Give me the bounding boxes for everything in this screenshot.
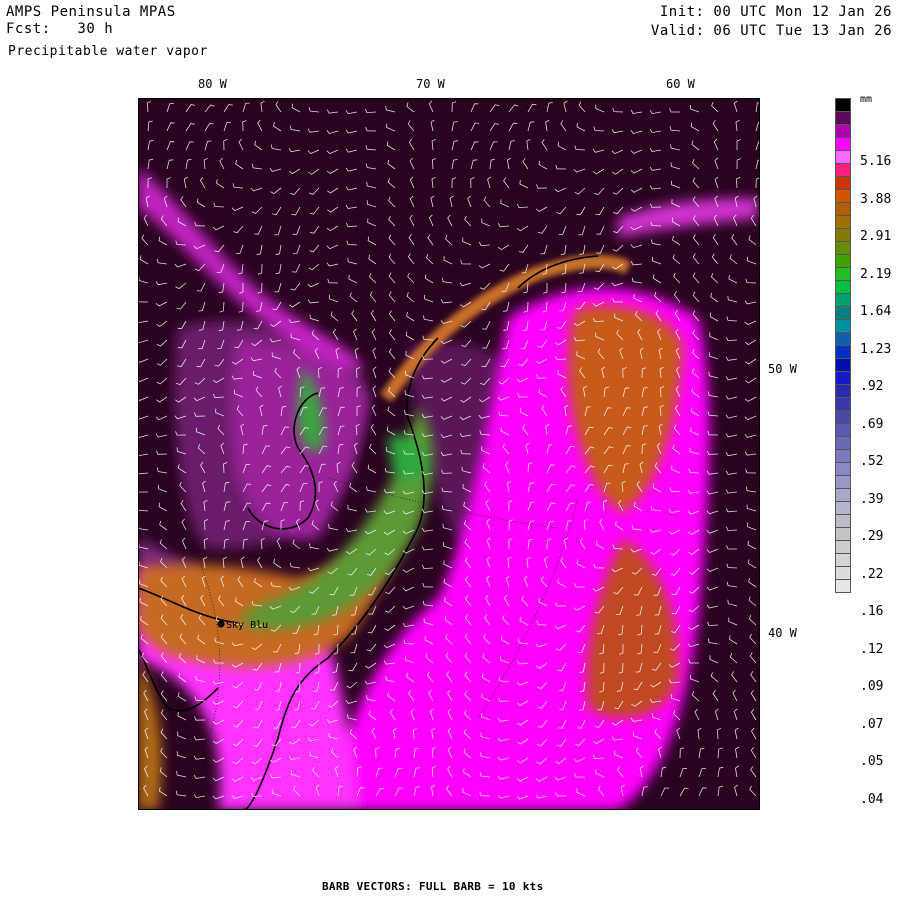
colorbar-label: .16 <box>860 604 884 619</box>
colorbar-cell <box>835 293 851 306</box>
colorbar-cell <box>835 566 851 579</box>
colorbar-label: .12 <box>860 641 884 657</box>
colorbar-label: .39 <box>860 491 884 507</box>
lat-label-50w: 50 W <box>768 362 797 376</box>
colorbar-cell <box>835 189 851 202</box>
colorbar-cell <box>835 254 851 267</box>
lon-label-80w: 80 W <box>198 77 227 91</box>
colorbar-cell <box>835 267 851 280</box>
colorbar-cell <box>835 176 851 189</box>
colorbar-cell <box>835 579 851 593</box>
colorbar <box>835 98 851 593</box>
colorbar-cell <box>835 423 851 436</box>
colorbar-label: 2.91 <box>860 229 892 244</box>
colorbar-cell <box>835 501 851 514</box>
model-title: AMPS Peninsula MPAS <box>6 4 176 20</box>
colorbar-cell <box>835 202 851 215</box>
colorbar-cell <box>835 540 851 553</box>
lon-label-60w: 60 W <box>666 77 695 91</box>
colorbar-cell <box>835 228 851 241</box>
colorbar-cell <box>835 124 851 137</box>
colorbar-cell <box>835 111 851 124</box>
colorbar-cell <box>835 527 851 540</box>
colorbar-cell <box>835 410 851 423</box>
colorbar-label: 2.19 <box>860 266 892 282</box>
colorbar-unit: mm <box>860 94 873 105</box>
colorbar-cell <box>835 241 851 254</box>
colorbar-label: .52 <box>860 454 884 469</box>
colorbar-cell <box>835 397 851 410</box>
init-time: Init: 00 UTC Mon 12 Jan 26 <box>659 4 892 20</box>
map-panel: Sky Blu <box>138 98 760 810</box>
colorbar-cell <box>835 137 851 150</box>
colorbar-cell <box>835 358 851 371</box>
colorbar-label: .07 <box>860 716 884 732</box>
colorbar-cell <box>835 215 851 228</box>
colorbar-cell <box>835 462 851 475</box>
colorbar-label: .22 <box>860 566 884 582</box>
pwv-map: Sky Blu <box>138 98 760 810</box>
colorbar-cell <box>835 345 851 358</box>
station-label: Sky Blu <box>226 620 268 631</box>
colorbar-cell <box>835 306 851 319</box>
colorbar-cell <box>835 436 851 449</box>
colorbar-cell <box>835 553 851 566</box>
colorbar-cell <box>835 371 851 384</box>
colorbar-cell <box>835 163 851 176</box>
colorbar-label: .04 <box>860 791 884 807</box>
lon-label-70w: 70 W <box>416 77 445 91</box>
colorbar-label: 1.64 <box>860 304 892 319</box>
colorbar-cell <box>835 280 851 293</box>
colorbar-cell <box>835 384 851 397</box>
field-name: Precipitable water vapor <box>8 44 208 59</box>
colorbar-label: 5.16 <box>860 154 892 169</box>
colorbar-label: .92 <box>860 379 884 394</box>
colorbar-label: 1.23 <box>860 341 892 357</box>
station-marker <box>217 620 225 628</box>
barb-legend: BARB VECTORS: FULL BARB = 10 kts <box>322 880 544 893</box>
colorbar-cell <box>835 98 851 111</box>
colorbar-cell <box>835 449 851 462</box>
colorbar-cell <box>835 514 851 527</box>
colorbar-cell <box>835 332 851 345</box>
colorbar-label: .09 <box>860 679 884 694</box>
colorbar-cell <box>835 475 851 488</box>
colorbar-cell <box>835 150 851 163</box>
valid-time: Valid: 06 UTC Tue 13 Jan 26 <box>650 23 892 39</box>
forecast-hour: Fcst: 30 h <box>6 21 114 37</box>
colorbar-label: 3.88 <box>860 191 892 207</box>
colorbar-label: .05 <box>860 754 884 769</box>
colorbar-label: .29 <box>860 529 884 544</box>
colorbar-cell <box>835 488 851 501</box>
colorbar-label: .69 <box>860 416 884 432</box>
colorbar-cell <box>835 319 851 332</box>
lat-label-40w: 40 W <box>768 626 797 640</box>
